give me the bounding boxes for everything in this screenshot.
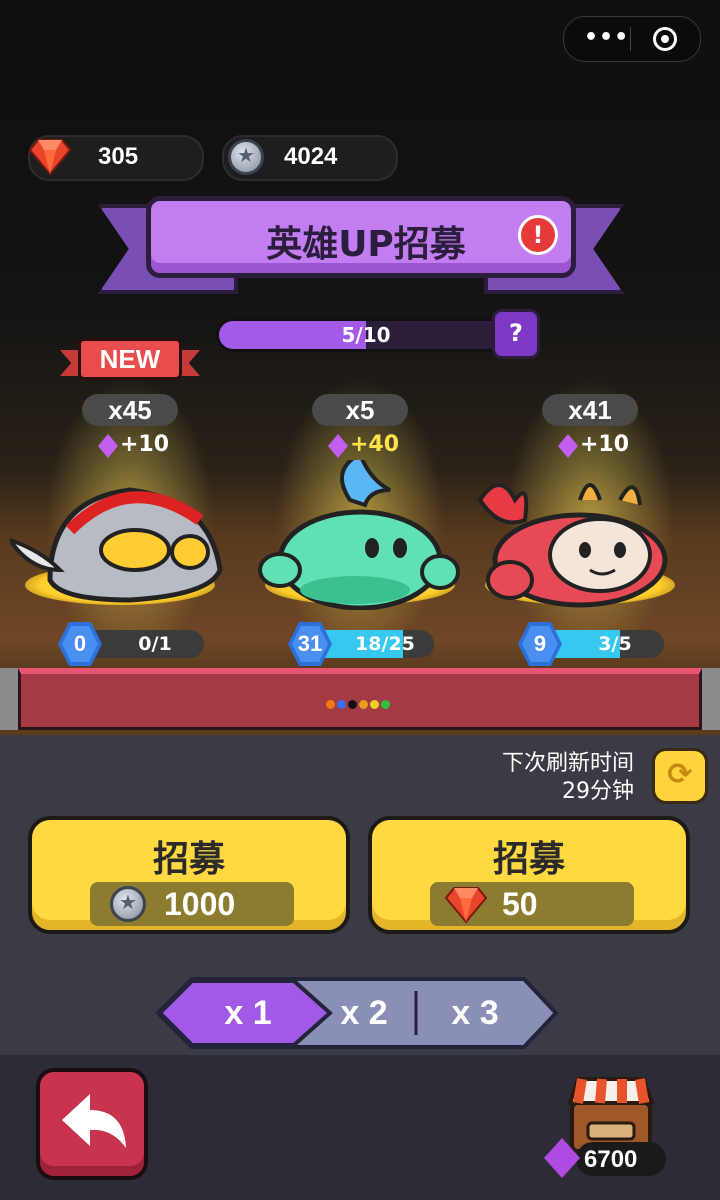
gem-icon — [444, 887, 488, 924]
multiplier-x1[interactable]: x 1 — [188, 979, 308, 1047]
hero-level-number: 0 — [73, 631, 87, 656]
hero-bonus-value: +40 — [350, 432, 400, 457]
new-badge-label: NEW — [99, 344, 161, 374]
ultraman-hero-icon — [10, 487, 223, 603]
purple-gem-icon — [558, 434, 578, 458]
coin-icon — [228, 139, 264, 175]
page-dot[interactable] — [381, 700, 390, 709]
hero-card-2[interactable] — [250, 460, 470, 610]
hero-progress-label: 0/1 — [138, 633, 172, 655]
recruit-price: 50 — [430, 882, 634, 926]
refresh-button[interactable]: ⟳ — [652, 748, 708, 804]
info-alert-icon[interactable]: ! — [518, 215, 558, 255]
page-dot[interactable] — [326, 700, 335, 709]
target-icon[interactable] — [653, 27, 677, 51]
refresh-time: 29分钟 — [562, 779, 634, 804]
hero-level-1: 0/1 0 — [58, 622, 208, 666]
hero-card-3[interactable] — [470, 460, 690, 610]
back-button[interactable] — [36, 1068, 148, 1180]
page-title: 英雄UP招募 — [266, 224, 466, 265]
page-dot[interactable] — [359, 700, 368, 709]
more-dots-icon[interactable]: ••• — [584, 25, 629, 50]
hero-bonus-value: +10 — [580, 432, 630, 457]
new-badge: NEW — [60, 338, 200, 384]
hero-level-2: 18/25 31 — [288, 622, 438, 666]
page-dot[interactable] — [370, 700, 379, 709]
recruit-progress-bar: 5/10 — [216, 318, 516, 352]
back-arrow-icon — [62, 1094, 126, 1148]
recruit-price: 1000 — [90, 882, 294, 926]
hero-bonus-2: +40 — [320, 430, 430, 460]
hero-bonus-1: +10 — [90, 430, 200, 460]
purple-gem-icon — [328, 434, 348, 458]
recruit-button-label: 招募 — [492, 839, 565, 880]
page-dot[interactable] — [337, 700, 346, 709]
hero-level-3: 3/5 9 — [518, 622, 668, 666]
hero-level-number: 31 — [297, 631, 323, 656]
page-dot[interactable] — [348, 700, 357, 709]
coin-count: 4024 — [284, 143, 338, 170]
hero-progress-label: 3/5 — [598, 633, 632, 655]
gem-count: 305 — [98, 143, 139, 170]
refresh-label: 下次刷新时间 — [501, 751, 634, 776]
shop-currency: 6700 — [544, 1138, 666, 1178]
gem-icon — [28, 139, 72, 176]
coin-counter: 4024 — [222, 135, 398, 181]
green-slime-hero-icon — [258, 460, 460, 610]
capsule-divider — [630, 27, 631, 51]
hero-bonus-3: +10 — [550, 430, 660, 460]
help-button[interactable]: ? — [492, 309, 540, 359]
gem-counter: 305 — [28, 135, 204, 181]
shop-currency-value: 6700 — [584, 1146, 638, 1173]
red-lion-hero-icon — [477, 483, 668, 608]
recruit-progress-label: 5/10 — [341, 323, 391, 347]
mini-program-capsule: ••• — [563, 16, 701, 62]
hero-card-1[interactable] — [10, 460, 230, 610]
refresh-timer: 下次刷新时间 29分钟 — [502, 750, 634, 806]
recruit-gem-button[interactable]: 招募 50 — [368, 816, 690, 934]
refresh-icon: ⟳ — [667, 757, 693, 792]
hero-pool-strip — [18, 668, 702, 730]
recruit-coin-button[interactable]: 招募 1000 — [28, 816, 350, 934]
recruit-price-value: 50 — [502, 886, 538, 922]
strip-edge-left — [0, 668, 18, 730]
hero-bonus-value: +10 — [120, 432, 170, 457]
purple-gem-icon — [98, 434, 118, 458]
hero-progress-label: 18/25 — [355, 633, 415, 655]
multiplier-x3[interactable]: x 3 — [422, 979, 528, 1047]
hero-count-1: x45 — [82, 394, 178, 426]
coin-icon — [110, 886, 146, 922]
multiplier-selector: x 1 x 2 x 3 — [154, 975, 560, 1051]
multiplier-x2[interactable]: x 2 — [314, 979, 414, 1047]
recruit-button-label: 招募 — [152, 839, 225, 880]
title-banner: 英雄UP招募 — [146, 196, 576, 278]
recruit-price-value: 1000 — [164, 886, 236, 922]
hero-level-number: 9 — [533, 631, 547, 656]
strip-edge-right — [702, 668, 720, 730]
hero-count-3: x41 — [542, 394, 638, 426]
hero-count-2: x5 — [312, 394, 408, 426]
